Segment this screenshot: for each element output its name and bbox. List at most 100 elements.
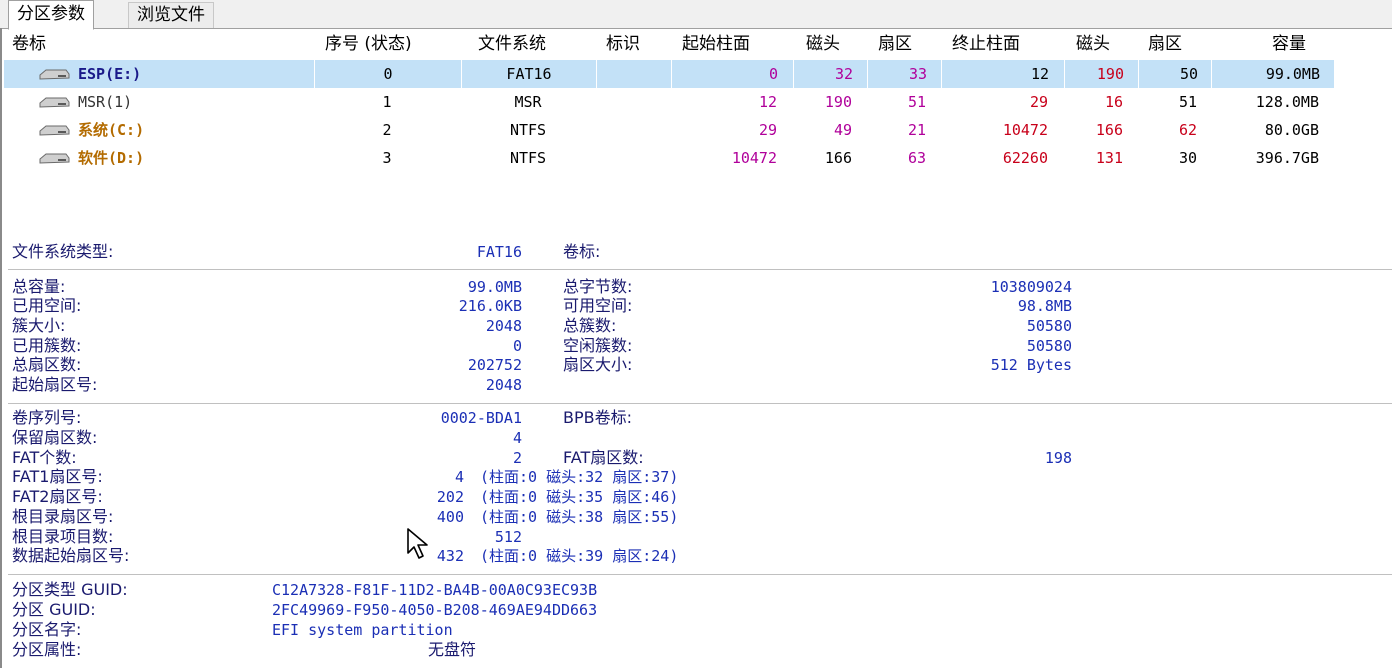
partition-end-cyl: 62260 bbox=[1002, 149, 1048, 167]
col-end-cylinder[interactable]: 终止柱面 bbox=[952, 31, 1020, 57]
total-clusters-label: 总簇数: bbox=[563, 316, 617, 335]
partition-end-sector: 30 bbox=[1178, 149, 1197, 167]
divider bbox=[8, 574, 1392, 575]
col-flag[interactable]: 标识 bbox=[606, 31, 640, 57]
partition-name-value: EFI system partition bbox=[272, 621, 453, 639]
total-sectors-label: 总扇区数: bbox=[12, 355, 82, 374]
fat-sectors-value: 198 bbox=[1044, 449, 1072, 467]
partition-row-esp[interactable]: ESP(E:) 0 FAT16 0 32 33 12 190 50 99.0MB bbox=[4, 60, 1334, 88]
type-guid-value: C12A7328-F81F-11D2-BA4B-00A0C93EC93B bbox=[272, 581, 598, 599]
partition-start-cyl: 29 bbox=[758, 121, 777, 139]
col-end-head[interactable]: 磁头 bbox=[1076, 31, 1110, 57]
partition-row-software[interactable]: 软件(D:) 3 NTFS 10472 166 63 62260 131 30 … bbox=[4, 144, 1334, 172]
partition-start-head: 166 bbox=[824, 149, 852, 167]
fat-sectors-label: FAT扇区数: bbox=[563, 448, 644, 467]
partition-start-cyl: 0 bbox=[671, 60, 778, 88]
fat-count-value: 2 bbox=[512, 449, 522, 467]
col-start-cylinder[interactable]: 起始柱面 bbox=[682, 31, 750, 57]
partition-index: 0 bbox=[314, 60, 461, 88]
partition-row-msr[interactable]: MSR(1) 1 MSR 12 190 51 29 16 51 128.0MB bbox=[4, 88, 1334, 116]
data-start-label: 数据起始扇区号: bbox=[12, 546, 130, 565]
fat1-sector-label: FAT1扇区号: bbox=[12, 467, 103, 486]
divider bbox=[8, 269, 1392, 270]
partition-capacity: 80.0GB bbox=[1264, 121, 1319, 139]
col-volume-label[interactable]: 卷标 bbox=[12, 31, 46, 57]
partition-end-head: 166 bbox=[1095, 121, 1123, 139]
used-clusters-label: 已用簇数: bbox=[12, 336, 82, 355]
partition-label: 软件(D:) bbox=[78, 149, 145, 167]
partition-row-system[interactable]: 系统(C:) 2 NTFS 29 49 21 10472 166 62 80.0… bbox=[4, 116, 1334, 144]
used-space-label: 已用空间: bbox=[12, 296, 82, 315]
partition-attr-value: 无盘符 bbox=[428, 640, 477, 659]
col-index-status[interactable]: 序号 (状态) bbox=[325, 31, 412, 57]
fat2-sector-label: FAT2扇区号: bbox=[12, 487, 103, 506]
root-sector-label: 根目录扇区号: bbox=[12, 507, 114, 526]
partition-start-head: 32 bbox=[793, 60, 853, 88]
col-end-sector[interactable]: 扇区 bbox=[1148, 31, 1182, 57]
tab-browse-files[interactable]: 浏览文件 bbox=[128, 2, 214, 28]
free-space-value: 98.8MB bbox=[1017, 297, 1072, 315]
partition-start-sector: 33 bbox=[867, 60, 927, 88]
partition-label: 系统(C:) bbox=[78, 121, 145, 139]
partition-start-head: 190 bbox=[824, 93, 852, 111]
col-start-head[interactable]: 磁头 bbox=[806, 31, 840, 57]
sector-size-value: 512 Bytes bbox=[990, 356, 1072, 374]
root-sector-value: 400 bbox=[436, 508, 464, 526]
partition-start-sector: 51 bbox=[907, 93, 926, 111]
partition-index: 3 bbox=[382, 149, 392, 167]
disk-icon bbox=[39, 69, 70, 80]
fs-type-value: FAT16 bbox=[476, 243, 522, 261]
partition-guid-label: 分区 GUID: bbox=[12, 600, 96, 619]
disk-icon bbox=[39, 153, 70, 164]
fs-type-label: 文件系统类型: bbox=[12, 242, 114, 261]
tab-partition-params[interactable]: 分区参数 bbox=[8, 0, 94, 30]
partition-start-sector: 63 bbox=[907, 149, 926, 167]
cluster-size-label: 簇大小: bbox=[12, 316, 66, 335]
disk-icon bbox=[39, 125, 70, 136]
free-clusters-value: 50580 bbox=[1026, 337, 1072, 355]
root-chs: (柱面:0 磁头:38 扇区:55) bbox=[480, 508, 679, 526]
partition-end-head: 131 bbox=[1095, 149, 1123, 167]
cluster-size-value: 2048 bbox=[485, 317, 522, 335]
start-sector-label: 起始扇区号: bbox=[12, 375, 98, 394]
partition-guid-value: 2FC49969-F950-4050-B208-469AE94DD663 bbox=[272, 601, 598, 619]
divider bbox=[8, 403, 1392, 404]
col-start-sector[interactable]: 扇区 bbox=[878, 31, 912, 57]
partition-fs: NTFS bbox=[509, 121, 547, 139]
fat1-chs: (柱面:0 磁头:32 扇区:37) bbox=[480, 468, 679, 486]
free-space-label: 可用空间: bbox=[563, 296, 633, 315]
fat1-sector-value: 4 bbox=[454, 468, 464, 486]
partition-end-head: 16 bbox=[1104, 93, 1123, 111]
partition-label: ESP(E:) bbox=[78, 65, 142, 83]
data-start-chs: (柱面:0 磁头:39 扇区:24) bbox=[480, 547, 679, 565]
total-sectors-value: 202752 bbox=[467, 356, 522, 374]
free-clusters-label: 空闲簇数: bbox=[563, 336, 633, 355]
col-filesystem[interactable]: 文件系统 bbox=[478, 31, 546, 57]
col-capacity[interactable]: 容量 bbox=[1272, 31, 1306, 57]
partition-end-sector: 51 bbox=[1178, 93, 1197, 111]
partition-start-cyl: 12 bbox=[758, 93, 777, 111]
root-entries-value: 512 bbox=[494, 528, 522, 546]
partition-end-head: 190 bbox=[1064, 60, 1124, 88]
total-bytes-label: 总字节数: bbox=[563, 277, 633, 296]
partition-end-cyl: 10472 bbox=[1002, 121, 1048, 139]
fat2-sector-value: 202 bbox=[436, 488, 464, 506]
reserved-sectors-label: 保留扇区数: bbox=[12, 428, 98, 447]
left-border bbox=[0, 28, 2, 668]
partition-name-label: 分区名字: bbox=[12, 620, 82, 639]
disk-icon bbox=[39, 97, 70, 108]
partition-index: 2 bbox=[382, 121, 392, 139]
used-clusters-value: 0 bbox=[512, 337, 522, 355]
partition-end-sector: 50 bbox=[1138, 60, 1198, 88]
volume-label-label: 卷标: bbox=[563, 242, 601, 261]
partition-fs: MSR bbox=[514, 93, 542, 111]
start-sector-value: 2048 bbox=[485, 376, 522, 394]
partition-end-cyl: 12 bbox=[941, 60, 1049, 88]
serial-value: 0002-BDA1 bbox=[440, 409, 522, 427]
mouse-pointer-icon bbox=[407, 528, 428, 559]
total-clusters-value: 50580 bbox=[1026, 317, 1072, 335]
partition-index: 1 bbox=[382, 93, 392, 111]
partition-start-cyl: 10472 bbox=[731, 149, 777, 167]
fat2-chs: (柱面:0 磁头:35 扇区:46) bbox=[480, 488, 679, 506]
partition-start-sector: 21 bbox=[907, 121, 926, 139]
